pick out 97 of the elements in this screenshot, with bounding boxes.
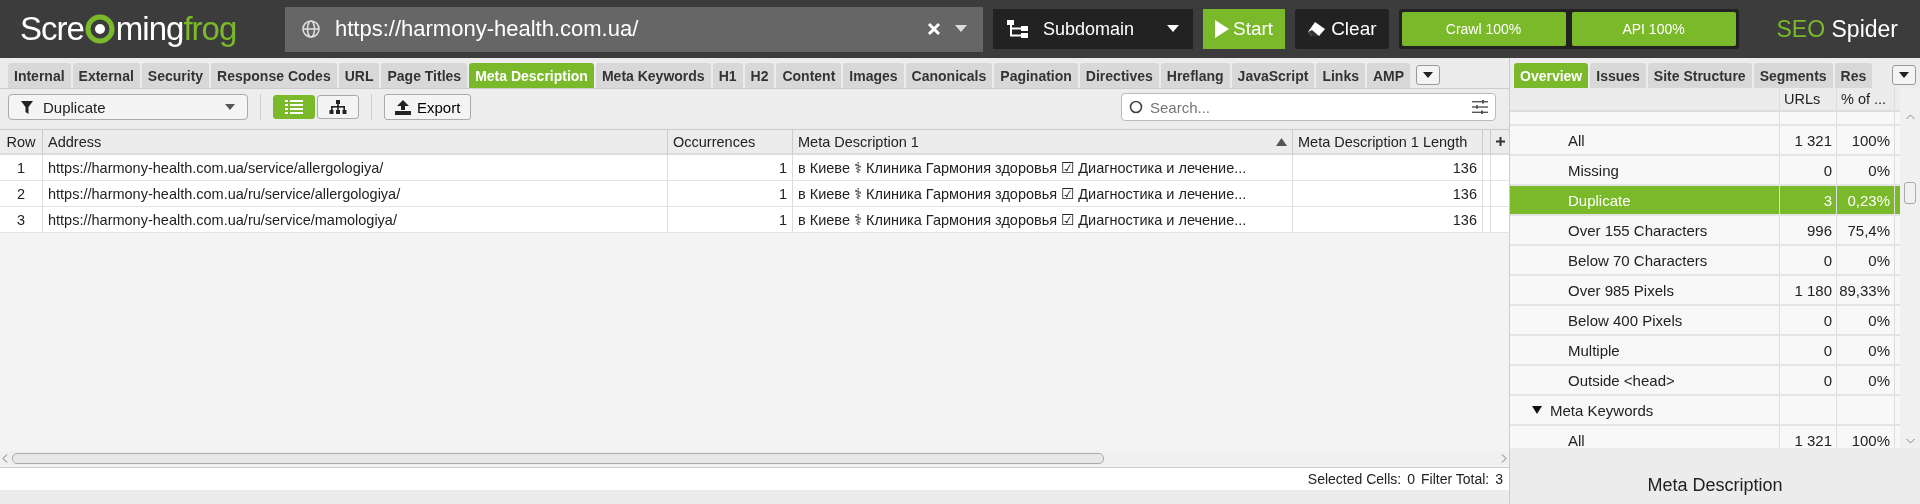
brand-text: SEO Spider: [1776, 15, 1898, 43]
caret-icon: [1167, 25, 1179, 33]
search-field[interactable]: Search...: [1121, 93, 1496, 121]
tab[interactable]: Canonicals: [905, 63, 993, 88]
tab[interactable]: Issues: [1590, 63, 1646, 88]
tab[interactable]: H2: [744, 63, 775, 88]
tab[interactable]: Meta Keywords: [595, 63, 711, 88]
table-cell: https://harmony-health.com.ua/ru/service/allergologiya/: [43, 181, 668, 206]
tab[interactable]: Response Codes: [211, 63, 337, 88]
search-icon: [1129, 100, 1143, 114]
tab[interactable]: Internal: [8, 63, 71, 88]
tree-view-button[interactable]: [317, 95, 359, 119]
column-header[interactable]: Occurrences: [668, 130, 793, 155]
expand-arrow-icon[interactable]: [1532, 405, 1542, 415]
table-cell: 136: [1293, 181, 1483, 206]
status-label: Filter Total:: [1421, 471, 1490, 487]
eraser-icon: [1307, 21, 1328, 37]
table-cell: в Киеве ⚕ Клиника Гармония здоровья ☑ Диагностика и лечение...: [793, 207, 1293, 232]
column-header[interactable]: Row: [0, 130, 43, 155]
table-cell: https://harmony-health.com.ua/service/allergologiya/: [43, 155, 668, 180]
tree-row[interactable]: Over 155 Characters 996 75,4%: [1510, 216, 1900, 246]
caret-icon: [1423, 72, 1434, 78]
add-column-button[interactable]: [1491, 130, 1509, 155]
table-cell: 136: [1293, 155, 1483, 180]
close-icon[interactable]: [927, 22, 941, 36]
column-header: % of ...: [1837, 88, 1895, 110]
tree-row[interactable]: Multiple 0 0%: [1510, 336, 1900, 366]
table-cell: в Киеве ⚕ Клиника Гармония здоровья ☑ Диагностика и лечение...: [793, 181, 1293, 206]
tab[interactable]: Images: [843, 63, 904, 88]
horizontal-scrollbar[interactable]: [0, 451, 1509, 465]
globe-icon: [301, 19, 321, 39]
tab[interactable]: Content: [776, 63, 842, 88]
tab[interactable]: External: [72, 63, 140, 88]
logo-text: mingfrog: [115, 10, 237, 48]
column-header: URLs: [1780, 88, 1837, 110]
logo-text: Scre: [20, 10, 84, 48]
frog-logo-icon: [84, 14, 115, 44]
play-icon: [1215, 20, 1229, 38]
tab[interactable]: Segments: [1753, 63, 1833, 88]
sliders-icon[interactable]: [1472, 100, 1488, 114]
filter-icon: [21, 100, 33, 114]
tab[interactable]: URL: [338, 63, 380, 88]
url-field[interactable]: https://harmony-health.com.ua/: [285, 6, 983, 52]
tree-row[interactable]: Missing 0 0%: [1510, 156, 1900, 186]
tab[interactable]: H1: [712, 63, 743, 88]
clear-button[interactable]: Clear: [1295, 9, 1389, 49]
table-cell: 1: [668, 207, 793, 232]
tree-row[interactable]: Over 985 Pixels 1 180 89,33%: [1510, 276, 1900, 306]
scrollbar-thumb[interactable]: [12, 452, 1104, 464]
tab[interactable]: AMP: [1367, 63, 1411, 88]
table-cell: 2: [0, 181, 43, 206]
tree-group-row[interactable]: Meta Keywords: [1510, 396, 1900, 426]
tab[interactable]: Hreflang: [1160, 63, 1230, 88]
tree-row[interactable]: Outside <head> 0 0%: [1510, 366, 1900, 396]
vertical-scrollbar[interactable]: [1900, 88, 1920, 448]
progress-label: API 100%: [1621, 20, 1686, 39]
tab[interactable]: Page Titles: [381, 63, 468, 88]
tab[interactable]: Links: [1316, 63, 1365, 88]
tree-row[interactable]: All 1 321 100%: [1510, 426, 1900, 448]
caret-icon: [1899, 72, 1909, 78]
column-header[interactable]: Meta Description 1 Length: [1293, 130, 1483, 155]
tab[interactable]: Pagination: [994, 63, 1078, 88]
plus-icon: [1495, 137, 1505, 146]
table-cell: 1: [668, 155, 793, 180]
export-button[interactable]: Export: [384, 94, 472, 120]
status-value: 3: [1495, 471, 1503, 487]
table-cell: 136: [1293, 207, 1483, 232]
tab[interactable]: Security: [141, 63, 210, 88]
progress-label: Crawl 100%: [1444, 20, 1523, 39]
tree-row[interactable]: Below 70 Characters 0 0%: [1510, 246, 1900, 276]
tab[interactable]: Res: [1834, 63, 1873, 88]
caret-icon: [225, 104, 235, 110]
upload-icon: [395, 99, 411, 115]
table-cell: в Киеве ⚕ Клиника Гармония здоровья ☑ Диагностика и лечение...: [793, 155, 1293, 180]
tabs-menu-button[interactable]: [1892, 65, 1916, 85]
caret-icon[interactable]: [955, 25, 967, 33]
panel-title: Meta Description: [1646, 474, 1784, 496]
table-cell: 1: [668, 181, 793, 206]
scrollbar-thumb[interactable]: [1904, 182, 1916, 204]
filter-dropdown[interactable]: Duplicate: [8, 94, 248, 120]
column-header[interactable]: Address: [43, 130, 668, 155]
tab[interactable]: Site Structure: [1647, 63, 1752, 88]
status-label: Selected Cells:: [1307, 471, 1402, 487]
table-cell: https://harmony-health.com.ua/ru/service/mamologiya/: [43, 207, 668, 232]
mode-dropdown[interactable]: Subdomain: [993, 9, 1193, 49]
tab[interactable]: Directives: [1079, 63, 1159, 88]
table-cell: 1: [0, 155, 43, 180]
hierarchy-icon: [329, 100, 347, 114]
tree-row[interactable]: Below 400 Pixels 0 0%: [1510, 306, 1900, 336]
tab[interactable]: JavaScript: [1231, 63, 1315, 88]
status-value: 0: [1407, 471, 1415, 487]
hierarchy-icon: [1007, 20, 1029, 38]
tabs-menu-button[interactable]: [1416, 65, 1441, 85]
list-icon: [285, 100, 303, 114]
table-cell: 3: [0, 207, 43, 232]
column-header[interactable]: Meta Description 1: [793, 130, 1293, 155]
tree-row[interactable]: All 1 321 100%: [1510, 126, 1900, 156]
